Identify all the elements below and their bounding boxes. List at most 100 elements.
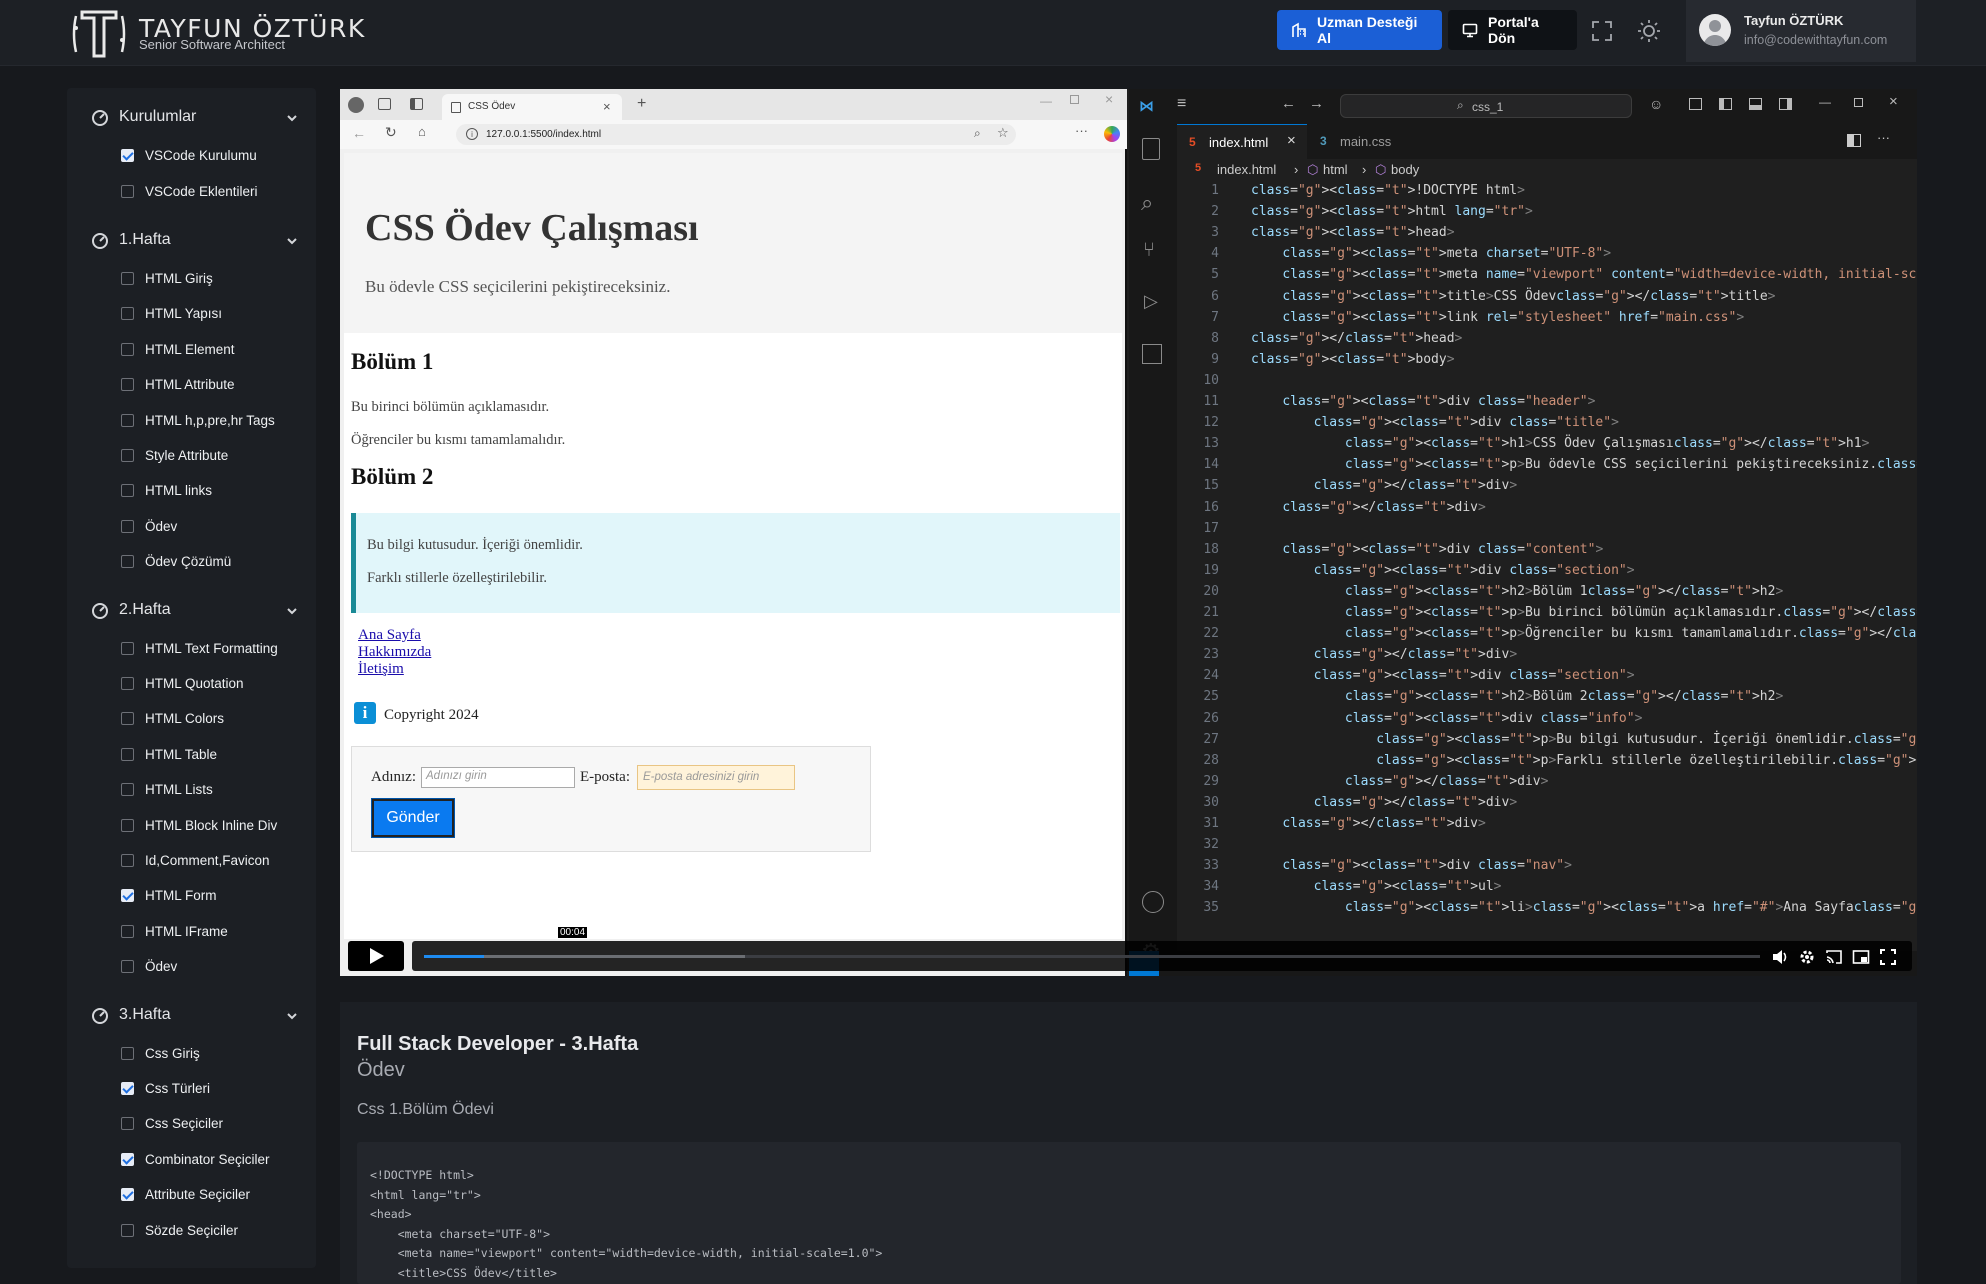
sidebar-section-header[interactable]: Kurulumlar xyxy=(67,100,316,136)
toggle-panel-icon[interactable] xyxy=(1749,98,1762,110)
lesson-checkbox[interactable] xyxy=(121,1046,134,1060)
nav-back-icon[interactable]: ← xyxy=(1281,95,1296,112)
video-player[interactable]: CSS Ödev × + — × ← ↻ ⌂ i 127.0.0.1:5500/… xyxy=(340,89,1917,976)
lesson-checkbox[interactable] xyxy=(121,149,134,162)
fullscreen-icon[interactable] xyxy=(1879,948,1897,966)
more-icon[interactable]: ··· xyxy=(1075,123,1088,138)
code-line[interactable]: class="g"></class="t">div> xyxy=(1251,774,1549,789)
settings-icon[interactable] xyxy=(1798,948,1816,966)
lesson-checkbox[interactable] xyxy=(121,272,134,285)
search-icon[interactable]: ⌕ xyxy=(1141,190,1153,216)
lesson-checkbox[interactable] xyxy=(121,1223,134,1237)
lesson-checkbox[interactable] xyxy=(121,378,134,392)
code-line[interactable]: class="g"></class="t">div> xyxy=(1251,647,1518,662)
picture-in-picture-icon[interactable] xyxy=(1852,948,1870,966)
tab-main-css[interactable]: 3 main.css xyxy=(1308,124,1418,159)
code-line[interactable]: class="g"><class="t">p>Bu bilgi kutusudu… xyxy=(1251,732,1917,747)
code-line[interactable]: class="g"><class="t">body> xyxy=(1251,352,1455,367)
breadcrumb-item[interactable]: index.html xyxy=(1217,162,1276,177)
lesson-checkbox[interactable] xyxy=(121,641,134,655)
sidebar-section-header[interactable]: 1.Hafta xyxy=(67,223,316,259)
fullscreen-icon[interactable] xyxy=(1591,20,1613,42)
sidebar-lesson-item[interactable]: HTML links xyxy=(67,478,316,504)
code-line[interactable]: class="g"><class="t">p>Bu ödevle CSS seç… xyxy=(1251,457,1917,472)
split-editor-icon[interactable] xyxy=(1847,134,1861,147)
code-line[interactable]: class="g"><class="t">meta name="viewport… xyxy=(1251,267,1917,282)
progress-bar[interactable]: 00:04 xyxy=(412,927,1912,971)
lesson-checkbox[interactable] xyxy=(121,924,134,938)
code-line[interactable]: class="g"><class="t">h1>CSS Ödev Çalışma… xyxy=(1251,436,1869,451)
name-field[interactable]: Adınızı girin xyxy=(421,767,575,788)
command-search-input[interactable]: ⌕ css_1 xyxy=(1340,94,1632,118)
sidebar-lesson-item[interactable]: VSCode Kurulumu xyxy=(67,143,316,169)
lesson-checkbox[interactable] xyxy=(121,1082,134,1095)
portal-return-button[interactable]: Portal'a Dön xyxy=(1448,10,1577,50)
lesson-checkbox[interactable] xyxy=(121,783,134,797)
chevron-down-icon[interactable] xyxy=(285,604,299,618)
progress-track[interactable] xyxy=(424,955,1760,958)
code-line[interactable]: class="g"><class="t">h2>Bölüm 2class="g"… xyxy=(1251,689,1783,704)
star-icon[interactable]: ☆ xyxy=(997,125,1009,141)
sidebar-lesson-item[interactable]: Css Giriş xyxy=(67,1041,316,1067)
submit-button[interactable]: Gönder xyxy=(371,798,455,838)
chevron-down-icon[interactable] xyxy=(285,111,299,125)
sidebar-section-header[interactable]: 2.Hafta xyxy=(67,593,316,629)
tab-index-html[interactable]: 5 index.html × xyxy=(1177,124,1307,159)
more-actions-icon[interactable]: ··· xyxy=(1877,130,1890,145)
code-line[interactable]: class="g"></class="t">div> xyxy=(1251,795,1518,810)
sidebar-lesson-item[interactable]: HTML Table xyxy=(67,742,316,768)
close-icon[interactable]: × xyxy=(1287,132,1296,149)
lesson-checkbox[interactable] xyxy=(121,889,134,903)
chevron-down-icon[interactable] xyxy=(285,1009,299,1023)
brand-logo[interactable] xyxy=(68,4,130,64)
code-line[interactable]: class="g"><class="t">p>Farklı stillerle … xyxy=(1251,753,1917,768)
user-menu[interactable]: Tayfun ÖZTÜRK info@codewithtayfun.com xyxy=(1686,0,1916,62)
sidebar-lesson-item[interactable]: HTML IFrame xyxy=(67,919,316,945)
lesson-checkbox[interactable] xyxy=(121,484,134,498)
code-line[interactable]: class="g"><class="t">li>class="g"><class… xyxy=(1251,900,1917,915)
url-field[interactable]: i 127.0.0.1:5500/index.html ⌕ ☆ xyxy=(456,124,1016,145)
code-line[interactable]: class="g"></class="t">div> xyxy=(1251,478,1518,493)
toggle-sidebar-icon[interactable] xyxy=(1719,98,1732,110)
code-line[interactable]: class="g"><class="t">div class="title"> xyxy=(1251,415,1619,430)
sidebar-lesson-item[interactable]: Id,Comment,Favicon xyxy=(67,848,316,874)
chevron-down-icon[interactable] xyxy=(285,234,299,248)
lesson-checkbox[interactable] xyxy=(121,1152,134,1166)
minimize-icon[interactable]: — xyxy=(1040,94,1052,108)
volume-icon[interactable] xyxy=(1771,948,1789,966)
new-tab-icon[interactable]: + xyxy=(637,95,646,113)
sidebar-lesson-item[interactable]: HTML Colors xyxy=(67,706,316,732)
code-line[interactable]: class="g"></class="t">div> xyxy=(1251,500,1486,515)
breadcrumb-item[interactable]: html xyxy=(1323,162,1348,177)
lesson-checkbox[interactable] xyxy=(121,712,134,726)
lesson-checkbox[interactable] xyxy=(121,1117,134,1131)
sidebar-lesson-item[interactable]: HTML Block Inline Div xyxy=(67,813,316,839)
sidebar-lesson-item[interactable]: HTML Quotation xyxy=(67,671,316,697)
browser-tab[interactable]: CSS Ödev × xyxy=(442,94,622,120)
code-line[interactable]: class="g"><class="t">link rel="styleshee… xyxy=(1251,310,1744,325)
sidebar-lesson-item[interactable]: HTML Lists xyxy=(67,777,316,803)
breadcrumb-item[interactable]: body xyxy=(1391,162,1419,177)
lesson-checkbox[interactable] xyxy=(121,677,134,690)
layout-icon[interactable] xyxy=(1689,98,1702,110)
sidebar-lesson-item[interactable]: HTML Text Formatting xyxy=(67,636,316,662)
run-debug-icon[interactable]: ▷ xyxy=(1144,291,1158,312)
explorer-icon[interactable] xyxy=(1142,138,1160,160)
lesson-checkbox[interactable] xyxy=(121,413,134,427)
tab-actions-icon[interactable] xyxy=(410,98,423,110)
lesson-checkbox[interactable] xyxy=(121,519,134,533)
sidebar-lesson-item[interactable]: Ödev xyxy=(67,514,316,540)
sidebar-lesson-item[interactable]: HTML Form xyxy=(67,883,316,909)
sidebar-lesson-item[interactable]: HTML Giriş xyxy=(67,266,316,292)
copilot-icon[interactable]: ☺ xyxy=(1649,96,1663,112)
maximize-icon[interactable] xyxy=(1070,95,1079,104)
home-icon[interactable]: ⌂ xyxy=(418,124,426,139)
sidebar-lesson-item[interactable]: Css Türleri xyxy=(67,1076,316,1102)
zoom-icon[interactable]: ⌕ xyxy=(974,126,981,141)
code-line[interactable]: class="g"><class="t">p>Bu birinci bölümü… xyxy=(1251,605,1917,620)
expert-support-button[interactable]: Uzman Desteği Al xyxy=(1277,10,1442,50)
sidebar-lesson-item[interactable]: Style Attribute xyxy=(67,443,316,469)
code-line[interactable]: class="g"></class="t">div> xyxy=(1251,816,1486,831)
code-line[interactable]: class="g"><class="t">html lang="tr"> xyxy=(1251,204,1533,219)
sidebar-lesson-item[interactable]: Ödev Çözümü xyxy=(67,549,316,575)
